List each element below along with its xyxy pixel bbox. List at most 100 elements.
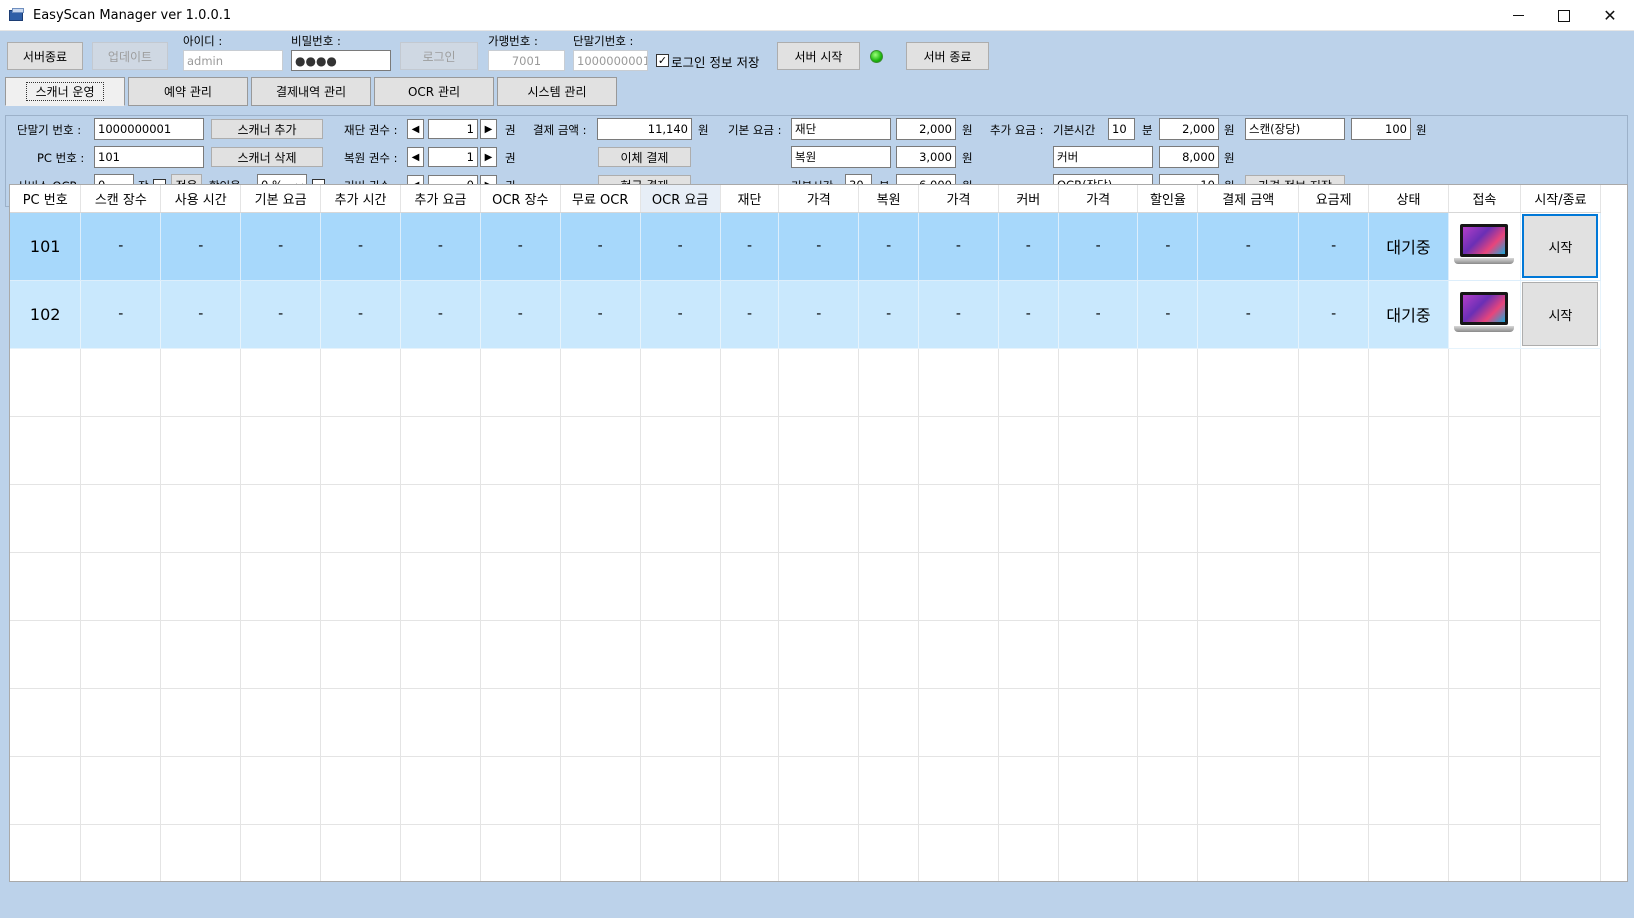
col-header[interactable]: 가격 (1058, 185, 1139, 213)
empty-row (10, 552, 1601, 621)
table-cell: - (400, 212, 481, 281)
extra-time-label: 기본시간 (1053, 123, 1096, 137)
extra-scan-price-input[interactable]: 100 (1351, 118, 1411, 140)
table-cell: - (918, 212, 999, 281)
table-cell: - (1137, 280, 1199, 349)
store-no-input[interactable]: 7001 (488, 50, 565, 71)
terminal-no-label: 단말기번호 : (573, 34, 634, 48)
tab-system[interactable]: 시스템 관리 (497, 77, 617, 106)
col-header[interactable]: 가격 (918, 185, 999, 213)
app-icon (9, 8, 25, 22)
table-cell: - (160, 280, 242, 349)
table-cell: - (720, 280, 780, 349)
table-cell: - (400, 280, 481, 349)
table-cell: - (778, 280, 860, 349)
server-start-button[interactable]: 서버 시작 (777, 42, 860, 70)
table-cell: - (1298, 212, 1370, 281)
start-button[interactable]: 시작 (1522, 214, 1599, 278)
minimize-icon[interactable] (1495, 0, 1541, 31)
tab-payment-history[interactable]: 결제내역 관리 (251, 77, 371, 106)
add-scanner-button[interactable]: 스캐너 추가 (211, 119, 323, 139)
grid-scrollbar[interactable] (1601, 184, 1628, 882)
tab-scanner-operation[interactable]: 스캐너 운영 (5, 77, 125, 106)
col-header[interactable]: 무료 OCR (560, 185, 641, 213)
col-header[interactable]: 재단 (720, 185, 780, 213)
restore-increase-icon[interactable]: ▶ (480, 147, 497, 167)
empty-row (10, 756, 1601, 825)
col-header[interactable]: 결제 금액 (1197, 185, 1300, 213)
table-cell: - (640, 280, 721, 349)
connection-cell (1448, 280, 1521, 349)
table-cell: - (240, 280, 322, 349)
extra-cover-price-input[interactable]: 8,000 (1159, 146, 1219, 168)
col-header[interactable]: OCR 요금 (640, 185, 721, 213)
cut-count-input[interactable]: 1 (428, 119, 478, 139)
extra-time-price-input[interactable]: 2,000 (1159, 118, 1219, 140)
table-cell: - (1137, 212, 1199, 281)
empty-row (10, 416, 1601, 485)
password-input[interactable]: ●●●● (291, 50, 391, 71)
pc-input[interactable]: 101 (94, 146, 204, 168)
save-login-checkbox[interactable]: ✓ (656, 54, 669, 67)
col-header[interactable]: PC 번호 (10, 185, 82, 213)
col-header[interactable]: 추가 요금 (400, 185, 481, 213)
pc-cell: 101 (10, 212, 82, 281)
transfer-pay-button[interactable]: 이체 결제 (598, 147, 691, 167)
close-icon[interactable]: ✕ (1587, 0, 1633, 31)
tab-ocr[interactable]: OCR 관리 (374, 77, 494, 106)
base-cut-price-input[interactable]: 2,000 (896, 118, 956, 140)
server-quit-button[interactable]: 서버종료 (7, 42, 83, 70)
restore-count-input[interactable]: 1 (428, 147, 478, 167)
restore-decrease-icon[interactable]: ◀ (407, 147, 424, 167)
server-stop-button[interactable]: 서버 종료 (906, 42, 989, 70)
table-cell: - (1197, 280, 1300, 349)
table-row[interactable]: 101 - - - - - - - - - - - - - - - - - 대기… (10, 212, 1601, 281)
terminal-no-input[interactable]: 1000000001 (573, 50, 648, 71)
col-header[interactable]: 접속 (1448, 185, 1521, 213)
laptop-icon (1452, 218, 1516, 274)
table-cell: - (80, 212, 162, 281)
pay-amount-input[interactable]: 11,140 (597, 118, 692, 140)
scanner-grid[interactable]: PC 번호 스캔 장수 사용 시간 기본 요금 추가 시간 추가 요금 OCR … (9, 184, 1602, 882)
extra-scan-name-input[interactable]: 스캔(장당) (1245, 118, 1345, 140)
tab-reservation[interactable]: 예약 관리 (128, 77, 248, 106)
laptop-icon (1452, 286, 1516, 342)
terminal-label: 단말기 번호 : (17, 123, 82, 137)
col-header[interactable]: 복원 (858, 185, 920, 213)
col-header[interactable]: 사용 시간 (160, 185, 242, 213)
col-header[interactable]: 시작/종료 (1520, 185, 1601, 213)
start-button[interactable]: 시작 (1522, 282, 1599, 346)
col-header[interactable]: 커버 (998, 185, 1059, 213)
login-button[interactable]: 로그인 (400, 42, 478, 70)
base-restore-name-input[interactable]: 복원 (791, 146, 891, 168)
base-restore-price-input[interactable]: 3,000 (896, 146, 956, 168)
col-header[interactable]: 가격 (778, 185, 860, 213)
table-cell: - (918, 280, 999, 349)
cut-decrease-icon[interactable]: ◀ (407, 119, 424, 139)
col-header[interactable]: 요금제 (1298, 185, 1370, 213)
cut-increase-icon[interactable]: ▶ (480, 119, 497, 139)
col-header[interactable]: 할인율 (1137, 185, 1199, 213)
terminal-input[interactable]: 1000000001 (94, 118, 204, 140)
table-cell: - (80, 280, 162, 349)
col-header[interactable]: 스캔 장수 (80, 185, 162, 213)
update-button[interactable]: 업데이트 (92, 42, 168, 70)
store-no-label: 가맹번호 : (488, 34, 538, 48)
extra-time-input[interactable]: 10 (1108, 118, 1135, 140)
col-header[interactable]: 기본 요금 (240, 185, 322, 213)
empty-row (10, 620, 1601, 689)
table-cell: - (858, 280, 920, 349)
col-header[interactable]: 추가 시간 (320, 185, 401, 213)
table-cell: - (640, 212, 721, 281)
maximize-icon[interactable] (1541, 0, 1587, 31)
cut-count-label: 재단 권수 : (344, 123, 398, 137)
id-input[interactable]: admin (183, 50, 283, 71)
base-cut-name-input[interactable]: 재단 (791, 118, 891, 140)
delete-scanner-button[interactable]: 스캐너 삭제 (211, 147, 323, 167)
table-cell: - (998, 280, 1059, 349)
extra-cover-name-input[interactable]: 커버 (1053, 146, 1153, 168)
table-cell: - (320, 280, 401, 349)
col-header[interactable]: OCR 장수 (480, 185, 561, 213)
table-row[interactable]: 102 - - - - - - - - - - - - - - - - - 대기… (10, 280, 1601, 349)
col-header[interactable]: 상태 (1368, 185, 1449, 213)
